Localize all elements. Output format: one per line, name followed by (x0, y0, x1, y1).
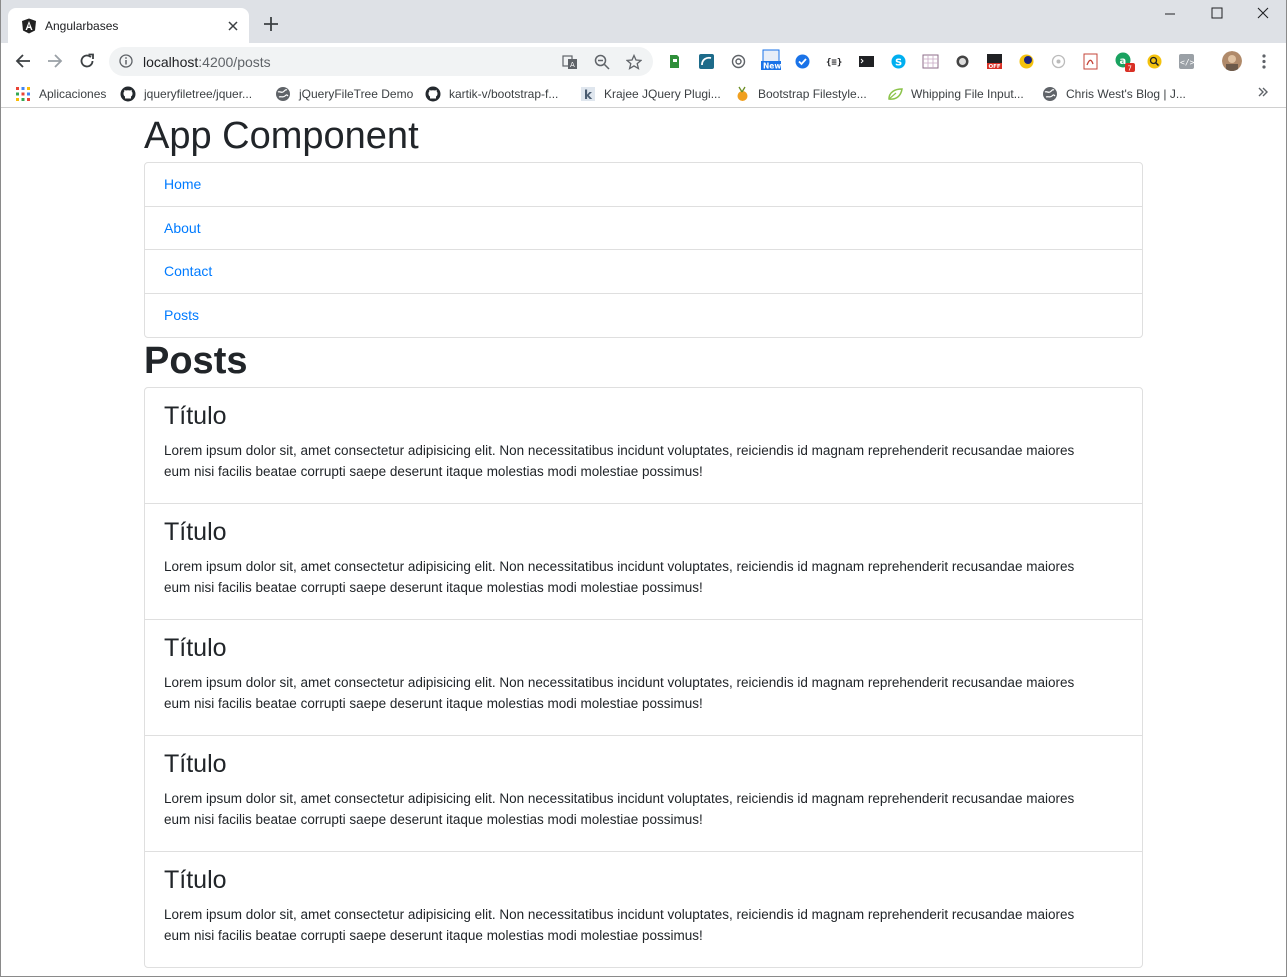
browser-toolbar: localhost:4200/posts A New {≡} S OFF a 7… (0, 43, 1287, 79)
post-title: Título (164, 634, 227, 662)
extension-off-icon[interactable]: OFF (986, 53, 1003, 70)
github-icon (120, 86, 136, 102)
post-body: Lorem ipsum dolor sit, amet consectetur … (164, 443, 1075, 479)
browser-title-bar: Angularbases (0, 0, 1287, 43)
browser-tab[interactable]: Angularbases (8, 8, 249, 43)
bookmark-label: Chris West's Blog | J... (1066, 87, 1186, 101)
url-text[interactable]: localhost:4200/posts (143, 54, 271, 70)
extension-terminal-icon[interactable] (858, 53, 875, 70)
page-content: App Component Home About Contact Posts P… (0, 109, 1287, 977)
bookmarks-bar: Aplicaciones jqueryfiletree/jquer... jQu… (0, 79, 1287, 108)
post-item: Título Lorem ipsum dolor sit, amet conse… (145, 736, 1142, 852)
extension-grid-icon[interactable] (922, 53, 939, 70)
nav-link-home[interactable]: Home (145, 163, 1142, 207)
post-title: Título (164, 750, 227, 778)
krajee-icon: k (580, 86, 596, 102)
bookmark-item[interactable]: Bootstrap Filestyle... (734, 85, 867, 103)
bookmark-star-icon[interactable] (625, 53, 643, 71)
reload-icon[interactable] (75, 50, 99, 72)
post-item: Título Lorem ipsum dolor sit, amet conse… (145, 504, 1142, 620)
close-window-icon[interactable] (1252, 6, 1274, 26)
bookmark-label: Krajee JQuery Plugi... (604, 87, 721, 101)
url-host: localhost (143, 54, 199, 70)
extension-json-icon[interactable]: {≡} (826, 53, 843, 70)
nav-list: Home About Contact Posts (144, 162, 1143, 338)
svg-text:k: k (584, 88, 593, 102)
post-item: Título Lorem ipsum dolor sit, amet conse… (145, 620, 1142, 736)
url-path: :4200/posts (198, 54, 271, 70)
svg-text:{≡}: {≡} (826, 58, 842, 68)
extension-pdf-icon[interactable] (1082, 53, 1099, 70)
post-item: Título Lorem ipsum dolor sit, amet conse… (145, 388, 1142, 504)
globe-icon (1042, 86, 1058, 102)
bookmark-item[interactable]: kartik-v/bootstrap-f... (425, 85, 558, 103)
nav-link-contact[interactable]: Contact (145, 250, 1142, 294)
extension-code-icon[interactable]: </> (1178, 53, 1195, 70)
post-body: Lorem ipsum dolor sit, amet consectetur … (164, 675, 1075, 711)
extension-circle-icon[interactable] (954, 53, 971, 70)
svg-text:S: S (895, 58, 902, 69)
address-bar[interactable]: localhost:4200/posts A (109, 47, 653, 76)
angular-favicon-icon (21, 18, 37, 34)
zoom-out-icon[interactable] (593, 53, 611, 71)
maximize-icon[interactable] (1206, 6, 1228, 26)
bookmark-item[interactable]: jqueryfiletree/jquer... (120, 85, 252, 103)
browser-menu-icon[interactable] (1256, 53, 1272, 70)
nav-link-about[interactable]: About (145, 207, 1142, 250)
site-info-icon[interactable] (119, 54, 133, 73)
post-title: Título (164, 866, 227, 894)
post-title: Título (164, 402, 227, 430)
tab-close-icon[interactable] (225, 18, 241, 34)
github-icon (425, 86, 441, 102)
extension-new-badge-icon[interactable]: New (761, 49, 781, 71)
extension-evernote-icon[interactable] (666, 53, 683, 70)
extension-search-icon[interactable] (730, 53, 747, 70)
bookmark-label: Bootstrap Filestyle... (758, 87, 867, 101)
extension-check-icon[interactable] (794, 53, 811, 70)
bookmark-item[interactable]: Chris West's Blog | J... (1042, 85, 1186, 103)
svg-text:</>: </> (1180, 58, 1195, 67)
svg-text:A: A (570, 61, 575, 69)
section-title: Posts (144, 340, 248, 382)
extension-target-icon[interactable] (1050, 53, 1067, 70)
app-title: App Component (144, 115, 419, 157)
bookmark-label: jQueryFileTree Demo (299, 87, 414, 101)
post-body: Lorem ipsum dolor sit, amet consectetur … (164, 907, 1075, 943)
bookmark-item[interactable]: Whipping File Input... (887, 85, 1024, 103)
new-tab-icon[interactable] (260, 14, 282, 36)
extension-magnifier-icon[interactable] (1146, 53, 1163, 70)
post-body: Lorem ipsum dolor sit, amet consectetur … (164, 559, 1075, 595)
extension-skype-icon[interactable]: S (890, 53, 907, 70)
bookmark-label: Whipping File Input... (911, 87, 1024, 101)
minimize-icon[interactable] (1159, 6, 1181, 26)
bookmark-item[interactable]: Aplicaciones (15, 85, 106, 103)
window-border-left (0, 0, 1, 977)
post-title: Título (164, 518, 227, 546)
extension-wave-icon[interactable] (698, 53, 715, 70)
bookmark-item[interactable]: jQueryFileTree Demo (275, 85, 413, 103)
more-bookmarks-icon[interactable] (1257, 86, 1269, 101)
svg-text:OFF: OFF (989, 64, 1001, 70)
forward-arrow-icon[interactable] (43, 50, 67, 72)
nav-link-posts[interactable]: Posts (145, 294, 1142, 338)
tab-title: Angularbases (45, 18, 119, 33)
posts-list: Título Lorem ipsum dolor sit, amet conse… (144, 387, 1143, 968)
extension-moon-icon[interactable] (1018, 53, 1035, 70)
bootstrap-filestyle-icon (734, 86, 750, 102)
translate-icon[interactable]: A (561, 53, 579, 71)
extension-badge-icon[interactable]: a7 (1114, 51, 1136, 73)
bookmark-label: Aplicaciones (39, 87, 107, 101)
svg-text:New: New (763, 62, 781, 71)
apps-grid-icon (15, 86, 31, 102)
profile-avatar[interactable] (1222, 51, 1242, 71)
globe-icon (275, 86, 291, 102)
bookmark-item[interactable]: k Krajee JQuery Plugi... (580, 85, 721, 103)
bookmark-label: jqueryfiletree/jquer... (144, 87, 253, 101)
bookmark-label: kartik-v/bootstrap-f... (449, 87, 559, 101)
post-item: Título Lorem ipsum dolor sit, amet conse… (145, 852, 1142, 967)
post-body: Lorem ipsum dolor sit, amet consectetur … (164, 791, 1075, 827)
back-arrow-icon[interactable] (11, 50, 35, 72)
svg-text:7: 7 (1128, 65, 1132, 73)
leaf-icon (887, 86, 903, 102)
